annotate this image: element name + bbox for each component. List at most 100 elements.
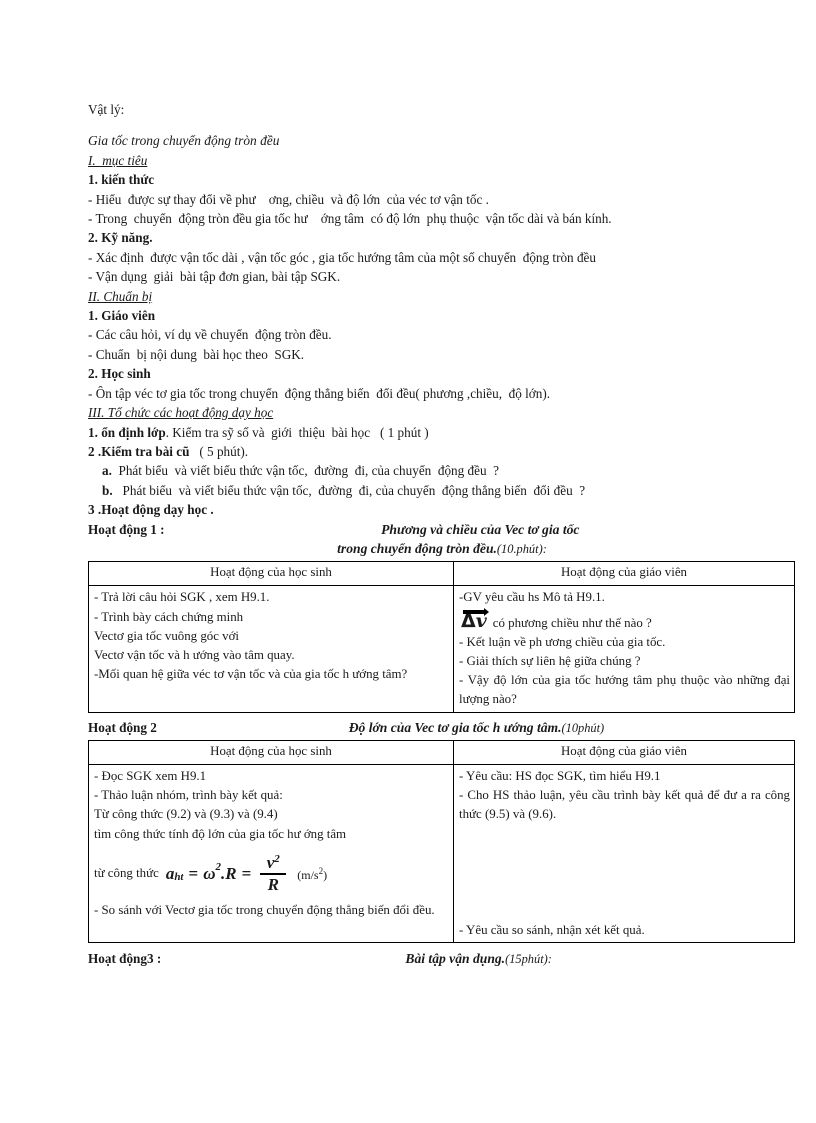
activity-2-heading: Hoạt động 2 Độ lớn của Vec tơ gia tốc h … [88, 718, 796, 738]
section-3-item-2b-label: b. [102, 482, 113, 498]
formula-equals-2: = [241, 864, 252, 884]
section-1-2-bullet-1: - Xác định được vận tốc dài , vận tốc gó… [88, 249, 596, 265]
section-3-item-2a-text: Phát biểu và viết biểu thức vận tốc, đườ… [111, 463, 500, 479]
activity-1-teacher-line-3: - Kết luận về ph ương chiều của gia tốc. [459, 634, 666, 649]
section-3-item-2b: b. Phát biểu và viết biểu thức vận tốc, … [88, 481, 796, 500]
units-close: ) [323, 867, 328, 882]
section-1-heading: I. mục tiêu [88, 151, 796, 170]
activity-2-teacher-line-1: - Yêu cầu: HS đọc SGK, tìm hiểu H9.1 [459, 768, 661, 783]
section-3-item-3: 3 .Hoạt động dạy học . [88, 502, 214, 518]
activity-3-heading: Hoạt động3 : Bài tập vận dụng.(15phút): [88, 949, 796, 969]
activity-2-student-line-3: Từ công thức (9.2) và (9.3) và (9.4) [94, 807, 278, 822]
section-1-1-bullet-1: - Hiểu được sự thay đổi về phư ơng, chiề… [88, 191, 489, 207]
formula-denominator: R [267, 874, 279, 894]
activity-2-col-teacher: Hoạt động của giáo viên [453, 739, 795, 765]
formula-a: a [165, 864, 175, 884]
activity-2-student-line-4: tìm công thức tính độ lớn của gia tốc hư… [94, 826, 347, 841]
section-2-1-bullet-1: - Các câu hỏi, ví dụ về chuyển động tròn… [88, 327, 332, 343]
activity-2-title: Độ lớn của Vec tơ gia tốc h ướng tâm. [348, 719, 562, 735]
activity-3-time: (15phút): [505, 951, 552, 966]
section-3-item-2a: a. Phát biểu và viết biểu thức vận tốc, … [88, 461, 796, 480]
vector-arrow-icon [463, 607, 489, 616]
formula-v-exponent: 2 [274, 852, 280, 865]
subject-label: Vật lý: [88, 102, 125, 117]
section-3-item-2b-text: Phát biểu và viết biểu thức vận tốc, đườ… [112, 482, 586, 498]
activity-2-label: Hoạt động 2 [88, 719, 157, 735]
section-1-1-bullet-2: - Trong chuyển động tròn đều gia tốc hư … [88, 211, 612, 227]
section-3-item-2-text: ( 5 phút). [189, 443, 249, 459]
document-title: Gia tốc trong chuyển động tròn đều [88, 133, 280, 149]
section-2-2-bullet-1: - Ôn tập véc tơ gia tốc trong chuyển độn… [88, 385, 551, 401]
activity-1-title-line-2: trong chuyển động tròn đều. [337, 540, 497, 556]
formula-lead-text: từ công thức [94, 866, 159, 881]
section-3-item-1-label: 1. ổn định lớp [88, 424, 166, 440]
formula-expression: a ht = ω 2 .R = v2 R (m/s2) [165, 852, 328, 894]
formula-equals-1: = [188, 864, 199, 884]
activity-1-title-line-1: Phương và chiều của Vec tơ gia tốc [381, 521, 580, 537]
activity-3-title: Bài tập vận dụng. [405, 950, 506, 966]
section-3-heading: III. Tổ chức các hoạt động dạy học [88, 403, 796, 422]
section-3-item-2a-label: a. [102, 463, 112, 479]
activity-2-teacher-line-2: - Cho HS thảo luận, yêu cầu trình bày kế… [459, 788, 790, 822]
table-row: - Đọc SGK xem H9.1 - Thảo luận nhóm, trì… [88, 763, 795, 943]
formula-omega: ω [203, 864, 216, 884]
activity-1-heading: Hoạt động 1 : Phương và chiều của Vec tơ… [88, 520, 796, 539]
activity-1-col-student: Hoạt động của học sinh [88, 561, 454, 587]
section-1-heading-text: I. mục tiêu [88, 152, 148, 168]
formula-a-subscript: ht [174, 871, 184, 884]
activity-2-teacher-gap [459, 825, 790, 921]
formula-units: (m/s2) [297, 866, 328, 882]
activity-1-title-block-2: trong chuyển động tròn đều.(10.phút): [88, 539, 796, 559]
activity-2-col-student: Hoạt động của học sinh [88, 739, 454, 765]
activity-1-student-cell: - Trả lời câu hỏi SGK , xem H9.1. - Trìn… [88, 585, 454, 713]
section-3-heading-text: III. Tổ chức các hoạt động dạy học [88, 405, 274, 421]
activity-3-title-block: Bài tập vận dụng.(15phút): [161, 949, 796, 969]
formula-numerator: v2 [261, 852, 286, 873]
activity-1-student-line-1: - Trả lời câu hỏi SGK , xem H9.1. [94, 590, 270, 605]
activity-2-table: Hoạt động của học sinh Hoạt động của giá… [88, 739, 795, 943]
activity-1-student-line-4: Vectơ vận tốc và h ướng vào tâm quay. [94, 647, 295, 662]
activity-2-student-line-5: - So sánh với Vectơ gia tốc trong chuyển… [94, 903, 435, 918]
activity-1-teacher-delta-line: Δv có phương chiều như thế nào ? [459, 607, 790, 633]
activity-1-student-line-3: Vectơ gia tốc vuông góc với [94, 628, 240, 643]
activity-1-teacher-line-4: - Giải thích sự liên hệ giữa chúng ? [459, 653, 641, 668]
activity-1-col-teacher: Hoạt động của giáo viên [453, 561, 795, 587]
section-2-1-heading: 1. Giáo viên [88, 308, 156, 324]
activity-2-student-cell: - Đọc SGK xem H9.1 - Thảo luận nhóm, trì… [88, 763, 454, 943]
activity-1-title-block: Phương và chiều của Vec tơ gia tốc [165, 520, 796, 539]
activity-1-table: Hoạt động của học sinh Hoạt động của giá… [88, 561, 795, 713]
activity-2-time: (10phút) [561, 720, 605, 735]
section-1-1-heading: 1. kiến thức [88, 172, 155, 188]
section-3-item-2-label: 2 .Kiểm tra bài cũ [88, 443, 190, 459]
activity-2-teacher-line-3: - Yêu cầu so sánh, nhận xét kết quả. [459, 922, 645, 937]
section-1-2-bullet-2: - Vận dụng giải bài tập đơn gian, bài tậ… [88, 269, 341, 285]
section-3-item-1-text: . Kiểm tra sỹ số và giới thiệu bài học (… [165, 424, 429, 440]
activity-1-teacher-line-5: - Vậy độ lớn của gia tốc hướng tâm phụ t… [459, 673, 790, 707]
activity-3-label: Hoạt động3 : [88, 950, 162, 966]
formula-omega-exponent: 2 [215, 861, 221, 874]
activity-2-student-line-2: - Thảo luận nhóm, trình bày kết quả: [94, 788, 283, 803]
section-2-2-heading: 2. Học sinh [88, 366, 151, 382]
section-2-heading: II. Chuẩn bị [88, 287, 796, 306]
activity-2-student-line-1: - Đọc SGK xem H9.1 [94, 768, 207, 783]
activity-1-student-line-2: - Trình bày cách chứng minh [94, 609, 244, 624]
activity-1-time: (10.phút): [496, 541, 547, 556]
activity-1-student-line-5: -Mối quan hệ giữa véc tơ vận tốc và của … [94, 667, 408, 682]
activity-2-teacher-cell: - Yêu cầu: HS đọc SGK, tìm hiểu H9.1 - C… [453, 763, 795, 943]
table-row: - Trả lời câu hỏi SGK , xem H9.1. - Trìn… [88, 585, 795, 713]
activity-1-teacher-line-2: có phương chiều như thế nào ? [492, 615, 652, 630]
activity-1-teacher-cell: -GV yêu cầu hs Mô tả H9.1. Δv có phương c… [453, 585, 795, 713]
formula-dot-R: .R [220, 864, 237, 884]
activity-1-teacher-line-1: -GV yêu cầu hs Mô tả H9.1. [459, 590, 605, 605]
document-page: Vật lý: Gia tốc trong chuyển động tròn đ… [0, 0, 816, 1123]
delta-v-vector: Δv [461, 607, 489, 633]
section-2-heading-text: II. Chuẩn bị [88, 288, 153, 304]
section-3-item-1: 1. ổn định lớp. Kiểm tra sỹ số và giới t… [88, 423, 796, 442]
activity-2-title-block: Độ lớn của Vec tơ gia tốc h ướng tâm.(10… [157, 718, 796, 738]
centripetal-acceleration-formula: từ công thức a ht = ω 2 .R = v2 R (m/s2) [94, 852, 449, 894]
units-open: (m/s [297, 867, 319, 882]
section-2-1-bullet-2: - Chuẩn bị nội dung bài học theo SGK. [88, 346, 305, 362]
section-3-item-2: 2 .Kiểm tra bài cũ ( 5 phút). [88, 442, 796, 461]
section-1-2-heading: 2. Kỹ năng. [88, 230, 153, 246]
formula-fraction: v2 R [260, 852, 287, 894]
